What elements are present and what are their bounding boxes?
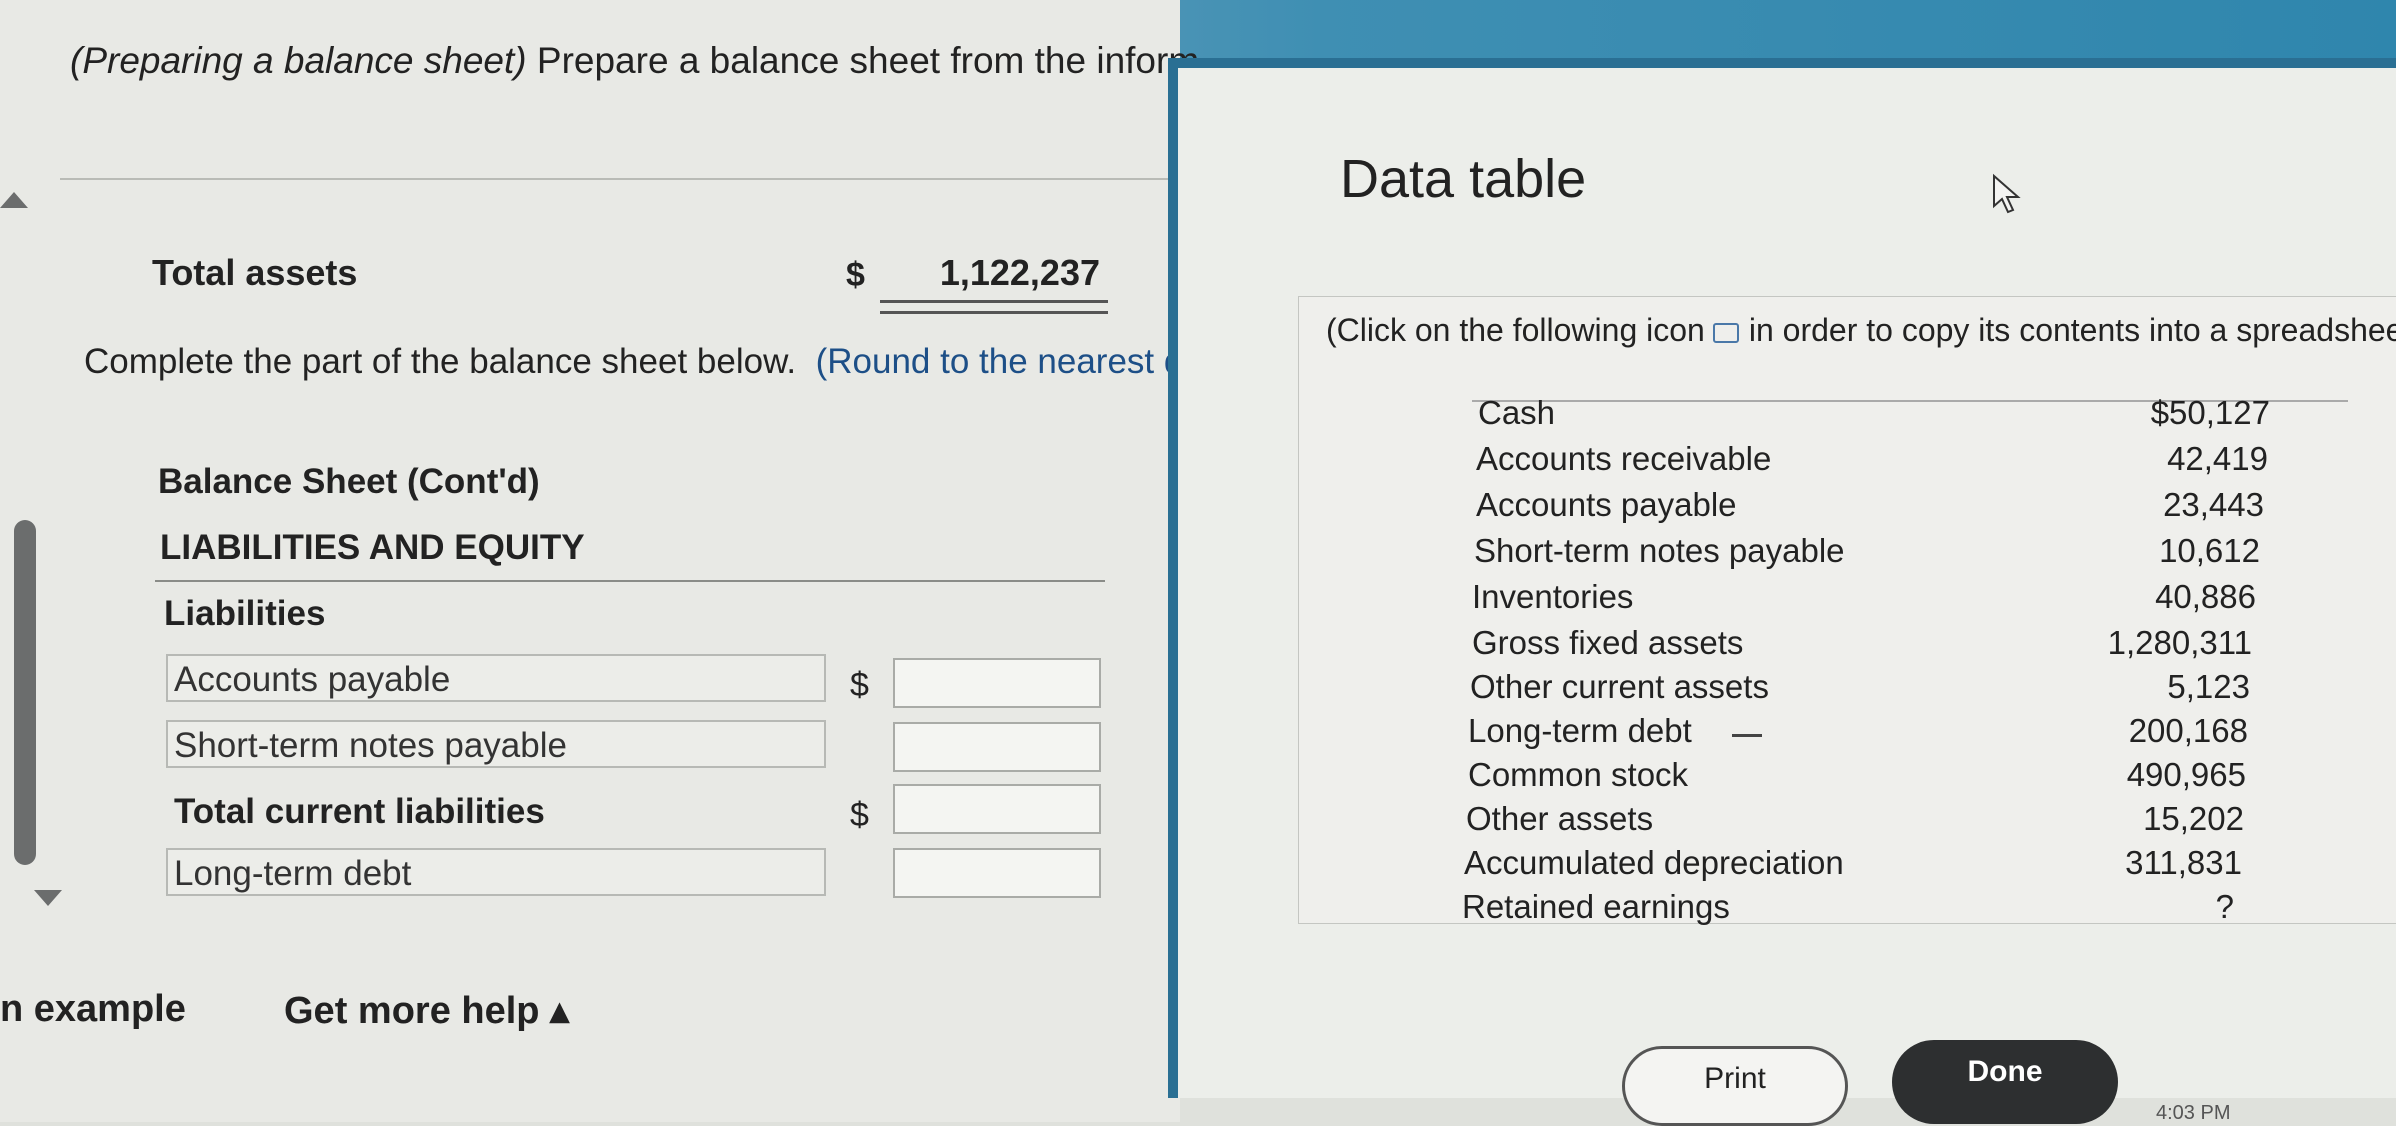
divider [155,580,1105,582]
table-row: Short-term notes payable 10,612 [1474,532,2260,569]
liabilities-heading: Liabilities [164,594,326,633]
table-row: Retained earnings? [1462,888,2234,925]
instruction-text: Complete the part of the balance sheet b… [84,342,1203,381]
scroll-down-arrow-icon[interactable] [34,890,62,906]
dollar-sign: $ [846,256,865,294]
long-term-debt-input[interactable] [893,848,1101,898]
double-underline [880,300,1108,314]
table-row: Long-term debt 200,168 [1468,712,2248,749]
total-assets-label: Total assets [152,252,358,293]
view-example-link[interactable]: n example [0,988,186,1031]
table-row: Accumulated depreciation 311,831 [1464,844,2242,881]
balance-sheet-title: Balance Sheet (Cont'd) [158,462,540,501]
accounts-payable-label-box[interactable]: Accounts payable [166,654,826,702]
print-button[interactable]: Print [1622,1046,1848,1126]
table-row: Other current assets 5,123 [1470,668,2250,705]
divider [60,178,1180,180]
short-term-notes-label-box[interactable]: Short-term notes payable [166,720,826,768]
table-row: Other assets 15,202 [1466,800,2244,837]
scrollbar-thumb[interactable] [14,520,36,865]
total-assets-value: 1,122,237 [939,252,1100,293]
table-row: Cash $50,127 [1478,394,2270,431]
scroll-up-arrow-icon[interactable] [0,192,28,208]
section-title: LIABILITIES AND EQUITY [160,528,585,567]
total-current-liabilities-input[interactable] [893,784,1101,834]
pen-mark [1732,734,1762,737]
total-current-liabilities-label: Total current liabilities [174,792,545,831]
data-table-title: Data table [1340,149,1587,209]
table-row: Accounts receivable 42,419 [1476,440,2268,477]
table-row: Accounts payable 23,443 [1476,486,2264,523]
table-row: Gross fixed assets 1,280,311 [1472,624,2252,661]
table-row: Inventories 40,886 [1472,578,2256,615]
short-term-notes-input[interactable] [893,722,1101,772]
table-row: Common stock 490,965 [1468,756,2246,793]
done-button[interactable]: Done [1892,1040,2118,1124]
question-title: (Preparing a balance sheet) Prepare a ba… [70,40,1200,81]
dollar-sign: $ [850,796,869,834]
mouse-pointer-icon [1993,173,2021,214]
copy-spreadsheet-icon[interactable] [1712,322,1739,343]
dollar-sign: $ [850,666,869,704]
accounts-payable-input[interactable] [893,658,1101,708]
long-term-debt-label-box[interactable]: Long-term debt [166,848,826,896]
question-panel: (Preparing a balance sheet) Prepare a ba… [0,0,1203,1122]
copy-instruction: (Click on the following icon in order to … [1326,312,2396,348]
get-more-help-link[interactable]: Get more help ▴ [284,988,569,1033]
